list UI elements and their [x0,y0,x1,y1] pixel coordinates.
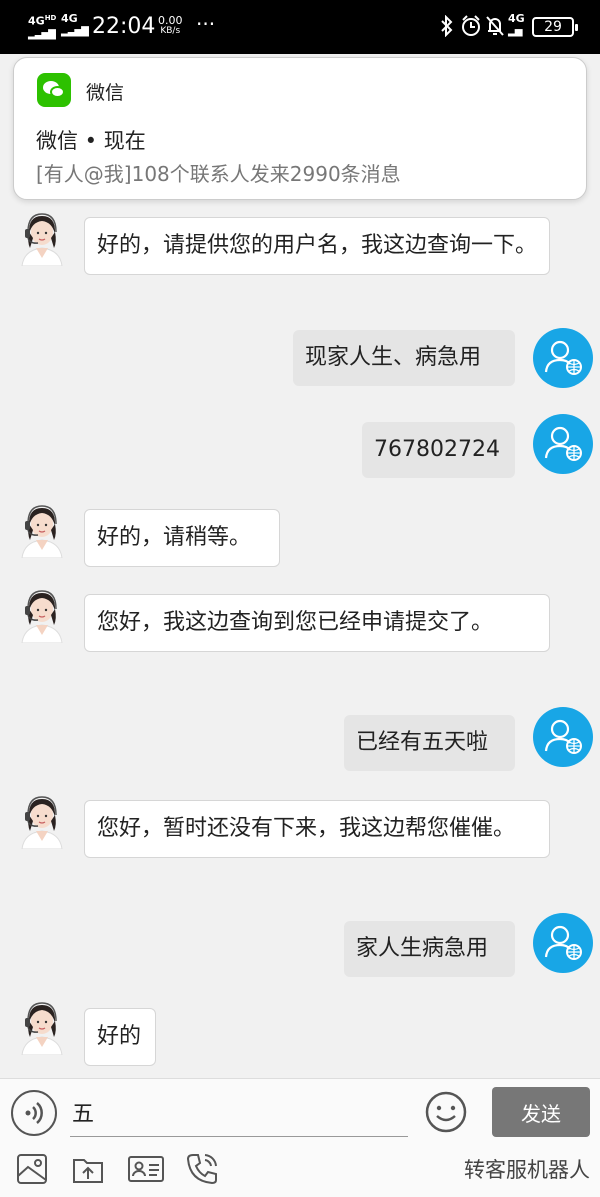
bluetooth-icon [440,14,454,42]
user-avatar [533,913,593,973]
agent-avatar [16,791,68,850]
mute-icon [485,15,505,42]
message-bubble-user: 767802724 [362,422,515,478]
notification-title: 微信 • 现在 [36,129,146,153]
phone-icon[interactable] [185,1152,219,1186]
message-bubble-agent: 您好，我这边查询到您已经申请提交了。 [84,594,550,652]
voice-input-icon[interactable] [11,1090,57,1136]
message-input[interactable] [70,1087,408,1137]
send-button[interactable]: 发送 [492,1087,590,1137]
message-input-bar: 发送 [0,1078,600,1144]
message-bubble-agent: 好的 [84,1008,156,1066]
id-card-icon[interactable] [127,1152,164,1186]
image-icon[interactable] [15,1152,49,1186]
agent-avatar [16,997,68,1056]
message-bubble-agent: 好的，请提供您的用户名，我这边查询一下。 [84,217,550,275]
clock: 22:04 [92,14,156,39]
alarm-icon [460,15,482,42]
agent-avatar [16,585,68,644]
file-upload-icon[interactable] [71,1152,105,1186]
chat-toolbar: 转客服机器人 [0,1144,600,1197]
wechat-notification[interactable]: 微信 微信 • 现在 [有人@我]108个联系人发来2990条消息 [13,57,587,200]
agent-avatar [16,208,68,267]
wechat-icon [37,73,71,107]
user-avatar [533,707,593,767]
user-avatar [533,414,593,474]
notification-body: [有人@我]108个联系人发来2990条消息 [36,162,401,186]
battery-icon: 29 [532,17,578,37]
user-avatar [533,328,593,388]
status-bar: 4GHD ▂▃▅▇ 4G ▂▃▅▇ 22:04 0.00 KB/s ··· 4G… [0,0,600,54]
signal-4g-icon-2: 4G ▂▅ [508,12,525,37]
network-speed: 0.00 KB/s [158,14,183,36]
message-bubble-user: 家人生病急用 [344,921,515,977]
signal-4g-icon: 4G ▂▃▅▇ [61,12,89,37]
message-bubble-agent: 好的，请稍等。 [84,509,280,567]
chat-message-list[interactable]: 好的，请提供您的用户名，我这边查询一下。 现家人生、病急用 767802724 … [0,200,600,1078]
emoji-icon[interactable] [424,1090,468,1134]
more-notifications-icon: ··· [196,12,216,36]
agent-avatar [16,500,68,559]
message-bubble-agent: 您好，暂时还没有下来，我这边帮您催催。 [84,800,550,858]
message-bubble-user: 现家人生、病急用 [293,330,515,386]
notification-app-name: 微信 [86,82,125,104]
signal-4g-hd-icon: 4GHD ▂▃▅▇ [28,14,57,40]
message-bubble-user: 已经有五天啦 [344,715,515,771]
transfer-to-robot-link[interactable]: 转客服机器人 [464,1154,590,1184]
